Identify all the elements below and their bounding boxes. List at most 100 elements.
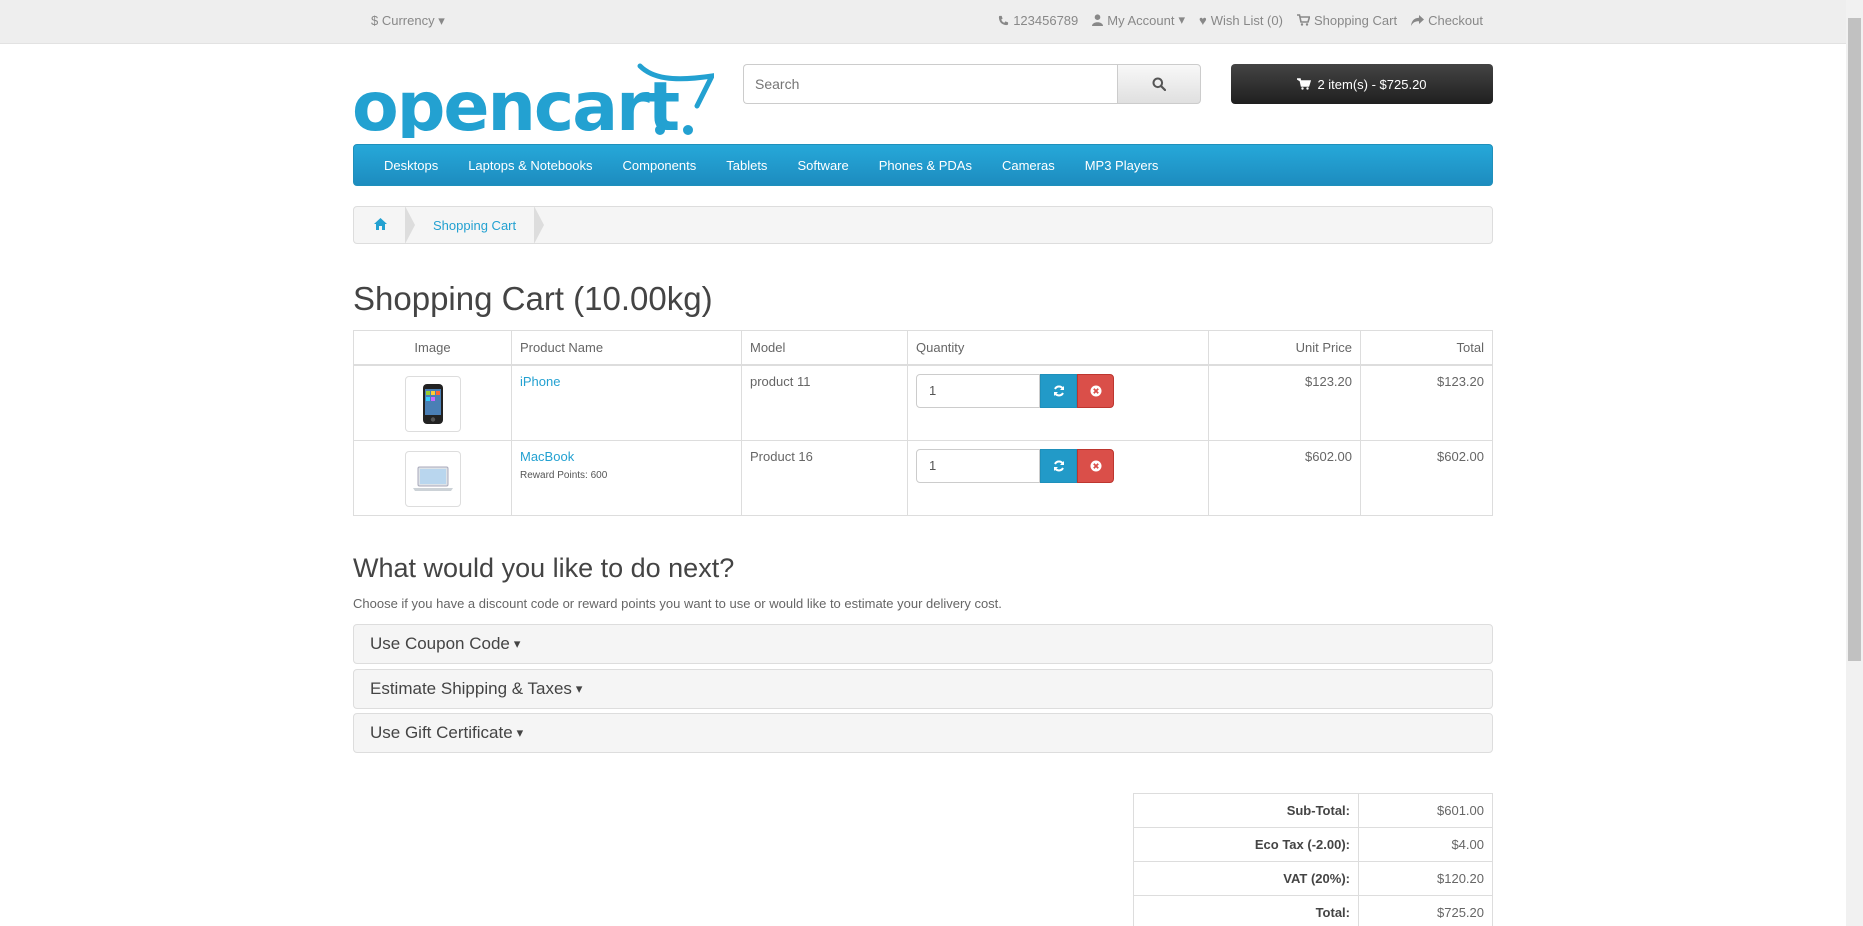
search-bar <box>743 64 1201 104</box>
cell-model: product 11 <box>741 364 908 441</box>
table-row: MacBook Reward Points: 600 Product 16 $6… <box>353 439 1493 516</box>
caret-down-icon: ▾ <box>516 725 524 740</box>
cell-product-name: MacBook Reward Points: 600 <box>511 439 742 516</box>
search-icon <box>1152 77 1166 91</box>
vat-value: $120.20 <box>1358 861 1493 896</box>
breadcrumb-home[interactable] <box>374 217 387 233</box>
totals-row: VAT (20%): $120.20 <box>1133 861 1493 896</box>
col-product-name: Product Name <box>511 330 742 366</box>
cell-unit-price: $123.20 <box>1208 364 1361 441</box>
menu-item-software[interactable]: Software <box>797 158 848 173</box>
iphone-image <box>422 383 443 424</box>
currency-label: Currency <box>381 13 435 28</box>
col-unit-price: Unit Price <box>1208 330 1361 366</box>
cart-icon <box>1296 14 1310 26</box>
panel-gift-certificate[interactable]: Use Gift Certificate ▾ <box>353 713 1493 753</box>
phone-number: 123456789 <box>1013 12 1079 28</box>
breadcrumb-separator <box>534 206 545 244</box>
menu-item-laptops[interactable]: Laptops & Notebooks <box>468 158 592 173</box>
wish-list-link[interactable]: ♥ Wish List (0) <box>1199 12 1283 28</box>
panel-shipping-title: Estimate Shipping & Taxes <box>370 679 572 698</box>
product-thumbnail-macbook[interactable] <box>404 450 461 507</box>
panel-shipping[interactable]: Estimate Shipping & Taxes ▾ <box>353 669 1493 709</box>
subtotal-label: Sub-Total: <box>1133 793 1359 828</box>
main-menu: Desktops Laptops & Notebooks Components … <box>353 144 1493 186</box>
quantity-input[interactable] <box>916 373 1040 408</box>
checkout-label: Checkout <box>1428 12 1483 28</box>
product-link-iphone[interactable]: iPhone <box>520 374 560 389</box>
opencart-logo[interactable]: opencart <box>352 62 717 147</box>
quantity-group <box>916 448 1200 483</box>
wish-list-label: Wish List (0) <box>1210 12 1283 28</box>
update-button[interactable] <box>1040 373 1077 408</box>
scrollbar-thumb[interactable] <box>1848 18 1861 661</box>
shopping-cart-link[interactable]: Shopping Cart <box>1296 12 1397 28</box>
my-account-label: My Account <box>1107 12 1175 28</box>
menu-item-phones[interactable]: Phones & PDAs <box>879 158 972 173</box>
breadcrumb-shopping-cart[interactable]: Shopping Cart <box>433 218 516 233</box>
quantity-group <box>916 373 1200 408</box>
cell-image <box>353 364 512 441</box>
product-link-macbook[interactable]: MacBook <box>520 449 574 464</box>
page-scrollbar[interactable] <box>1846 0 1863 926</box>
currency-dropdown[interactable]: $ Currency ▾ <box>371 13 445 29</box>
menu-item-components[interactable]: Components <box>623 158 697 173</box>
breadcrumb-separator <box>405 206 415 244</box>
top-links: 123456789 My Account ▾ ♥ Wish List (0) S… <box>998 12 1483 28</box>
table-row: iPhone product 11 $123.20 $123.20 <box>353 364 1493 441</box>
cell-total: $123.20 <box>1360 364 1493 441</box>
share-icon <box>1411 14 1425 26</box>
caret-down-icon: ▾ <box>513 636 521 651</box>
col-image: Image <box>353 330 512 366</box>
product-thumbnail-iphone[interactable] <box>404 375 461 432</box>
update-button[interactable] <box>1040 448 1077 483</box>
page-title: Shopping Cart (10.00kg) <box>353 280 713 317</box>
eco-tax-value: $4.00 <box>1358 827 1493 862</box>
phone-link[interactable]: 123456789 <box>998 12 1078 28</box>
totals-row: Eco Tax (-2.00): $4.00 <box>1133 827 1493 862</box>
my-account-link[interactable]: My Account ▾ <box>1092 12 1185 28</box>
reward-points: Reward Points: 600 <box>520 469 608 481</box>
cart-summary-button[interactable]: 2 item(s) - $725.20 <box>1231 64 1493 104</box>
vat-label: VAT (20%): <box>1133 861 1359 896</box>
home-icon <box>374 218 387 230</box>
user-icon <box>1092 14 1104 26</box>
cart-icon <box>1297 78 1312 90</box>
refresh-icon <box>1053 460 1064 471</box>
total-value: $725.20 <box>1358 895 1493 926</box>
search-button[interactable] <box>1117 64 1201 104</box>
remove-button[interactable] <box>1077 373 1114 408</box>
col-total: Total <box>1360 330 1493 366</box>
refresh-icon <box>1053 385 1064 396</box>
totals-table: Sub-Total: $601.00 Eco Tax (-2.00): $4.0… <box>1133 793 1493 926</box>
caret-down-icon: ▾ <box>438 13 445 28</box>
col-model: Model <box>741 330 908 366</box>
cell-quantity <box>907 439 1209 516</box>
search-input[interactable] <box>743 64 1117 104</box>
eco-tax-label: Eco Tax (-2.00): <box>1133 827 1359 862</box>
table-header-row: Image Product Name Model Quantity Unit P… <box>353 330 1493 366</box>
panel-coupon-title: Use Coupon Code <box>370 634 510 653</box>
menu-item-mp3[interactable]: MP3 Players <box>1085 158 1159 173</box>
totals-row: Sub-Total: $601.00 <box>1133 793 1493 828</box>
menu-item-tablets[interactable]: Tablets <box>726 158 767 173</box>
cell-model: Product 16 <box>741 439 908 516</box>
heart-icon: ♥ <box>1199 12 1207 28</box>
top-bar: $ Currency ▾ 123456789 My Account ▾ ♥ Wi… <box>0 0 1863 44</box>
panel-gift-title: Use Gift Certificate <box>370 723 513 742</box>
currency-symbol: $ <box>371 13 379 28</box>
remove-button[interactable] <box>1077 448 1114 483</box>
menu-item-cameras[interactable]: Cameras <box>1002 158 1055 173</box>
panel-coupon[interactable]: Use Coupon Code ▾ <box>353 624 1493 664</box>
menu-item-desktops[interactable]: Desktops <box>384 158 438 173</box>
totals-row: Total: $725.20 <box>1133 895 1493 926</box>
checkout-link[interactable]: Checkout <box>1411 12 1483 28</box>
next-intro: Choose if you have a discount code or re… <box>353 596 1002 611</box>
logo-graphic: opencart <box>352 63 717 147</box>
macbook-image <box>412 466 453 491</box>
quantity-input[interactable] <box>916 448 1040 483</box>
caret-down-icon: ▾ <box>1178 12 1185 27</box>
phone-icon <box>999 15 1009 25</box>
subtotal-value: $601.00 <box>1358 793 1493 828</box>
cell-unit-price: $602.00 <box>1208 439 1361 516</box>
